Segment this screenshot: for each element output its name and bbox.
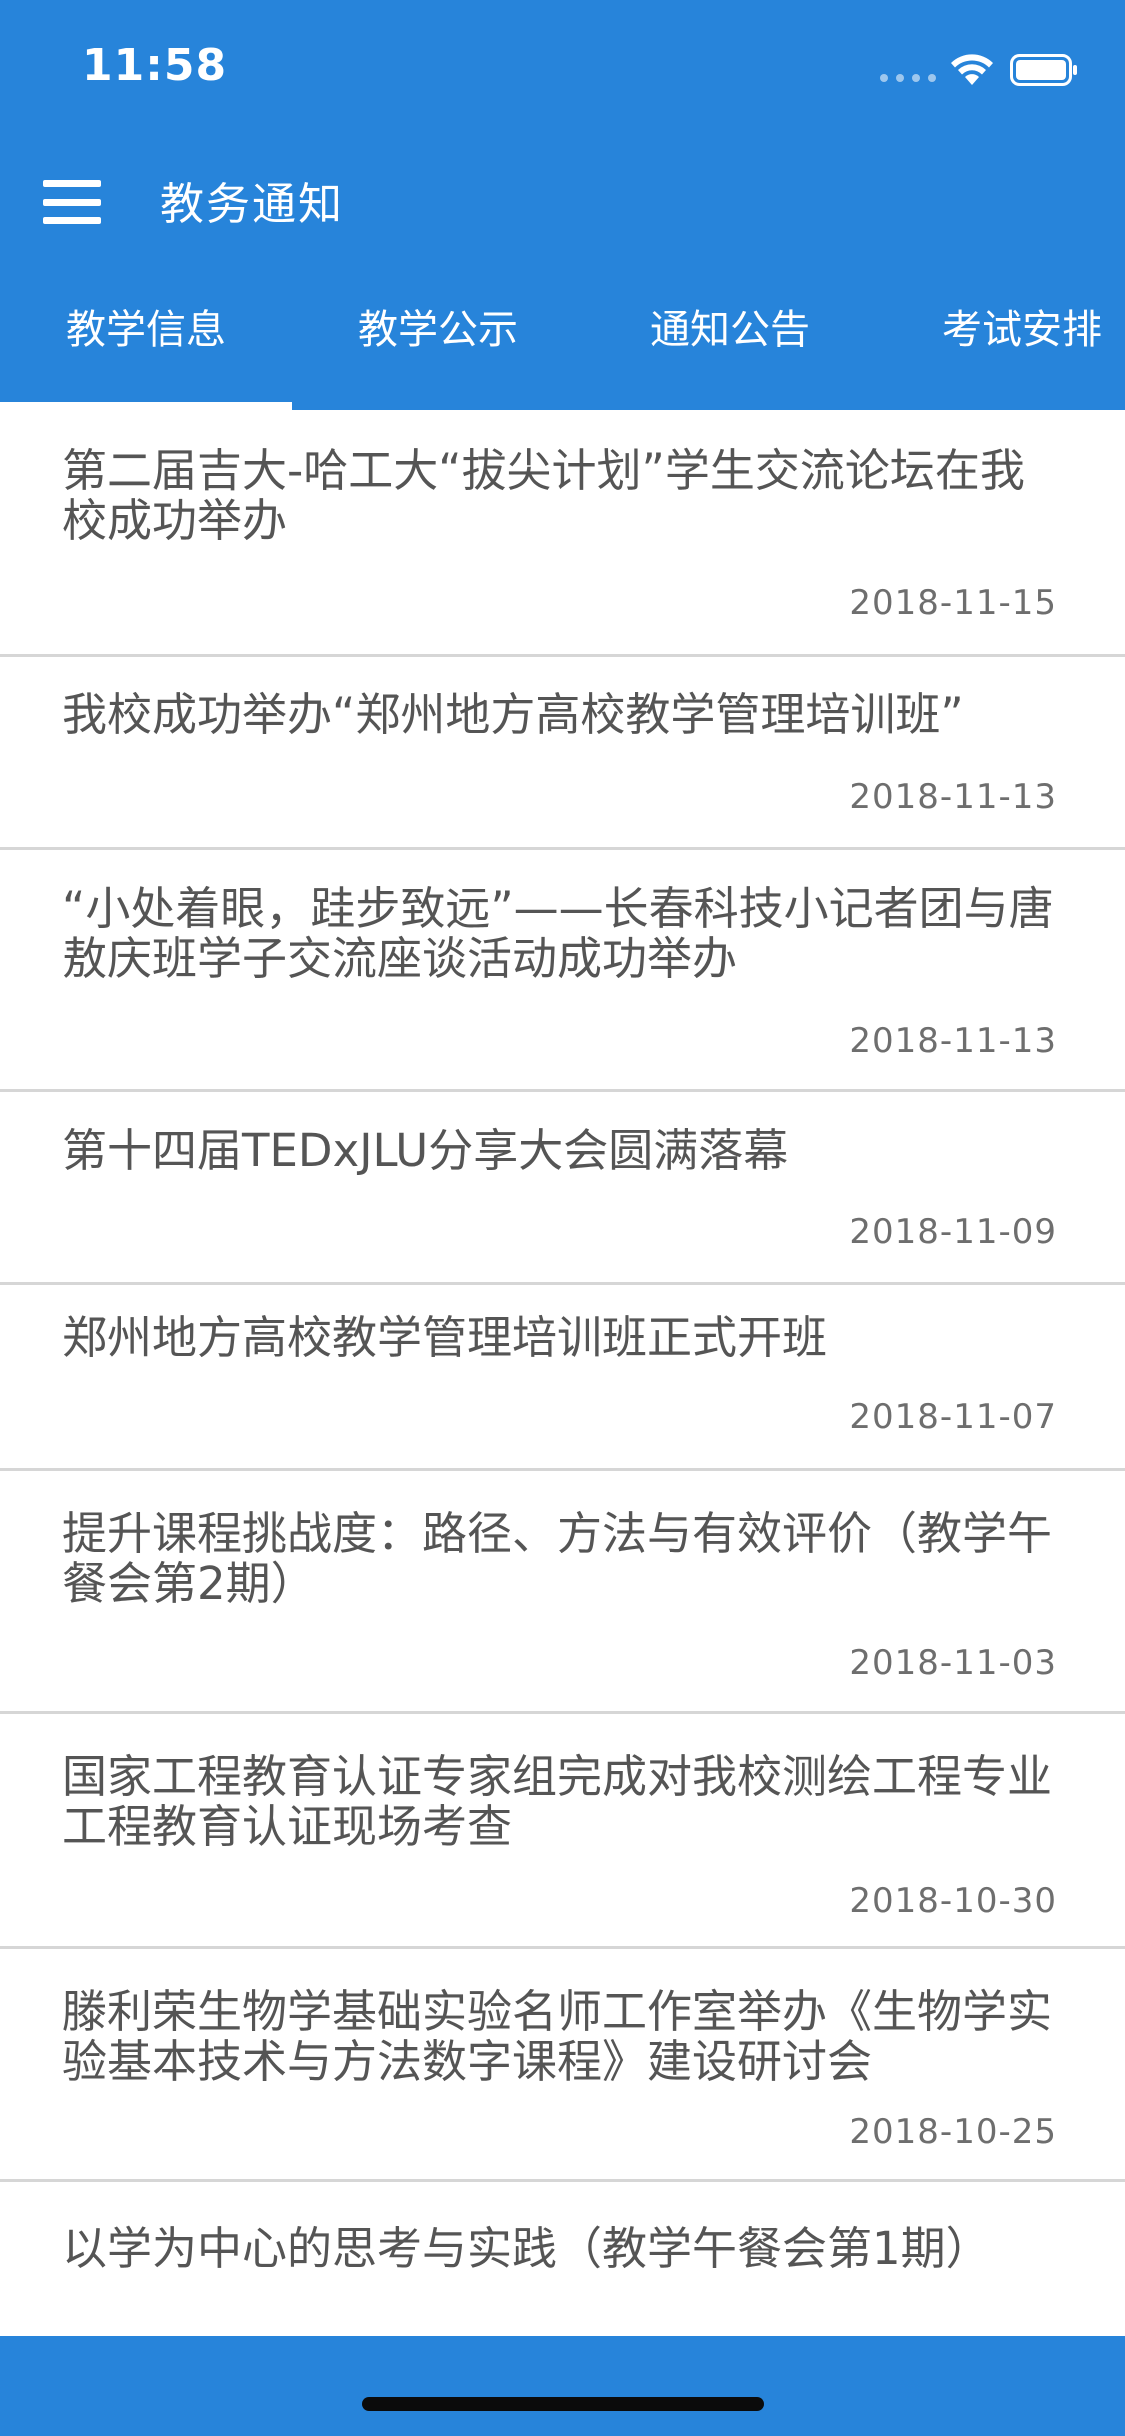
tab-exam-schedule[interactable]: 考试安排 bbox=[876, 262, 1125, 410]
news-title: 提升课程挑战度：路径、方法与有效评价（教学午餐会第2期） bbox=[62, 1507, 1053, 1610]
news-date: 2018-11-09 bbox=[849, 1212, 1057, 1252]
list-item[interactable]: 滕利荣生物学基础实验名师工作室举办《生物学实验基本技术与方法数字课程》建设研讨会… bbox=[0, 1949, 1125, 2182]
tab-bar: 教学信息 教学公示 通知公告 考试安排 bbox=[0, 262, 1125, 410]
news-title: 第十四届TEDxJLU分享大会圆满落幕 bbox=[62, 1124, 789, 1177]
news-title: 国家工程教育认证专家组完成对我校测绘工程专业工程教育认证现场考查 bbox=[62, 1750, 1053, 1853]
list-item[interactable]: 我校成功举办“郑州地方高校教学管理培训班” 2018-11-13 bbox=[0, 657, 1125, 850]
tab-label: 教学信息 bbox=[66, 307, 226, 353]
tab-label: 通知公告 bbox=[650, 307, 810, 353]
tab-teaching-publicity[interactable]: 教学公示 bbox=[292, 262, 584, 410]
tab-notices[interactable]: 通知公告 bbox=[584, 262, 876, 410]
app-title: 教务通知 bbox=[160, 179, 344, 230]
tab-label: 教学公示 bbox=[358, 307, 518, 353]
news-list[interactable]: 第二届吉大-哈工大“拔尖计划”学生交流论坛在我校成功举办 2018-11-15 … bbox=[0, 410, 1125, 2336]
list-item[interactable]: 国家工程教育认证专家组完成对我校测绘工程专业工程教育认证现场考查 2018-10… bbox=[0, 1714, 1125, 1949]
list-item[interactable]: 以学为中心的思考与实践（教学午餐会第1期） bbox=[0, 2182, 1125, 2336]
wifi-icon bbox=[951, 54, 993, 85]
list-item[interactable]: “小处着眼，跬步致远”——长春科技小记者团与唐敖庆班学子交流座谈活动成功举办 2… bbox=[0, 850, 1125, 1092]
tab-teaching-info[interactable]: 教学信息 bbox=[0, 262, 292, 410]
list-item[interactable]: 提升课程挑战度：路径、方法与有效评价（教学午餐会第2期） 2018-11-03 bbox=[0, 1471, 1125, 1714]
bottom-bar bbox=[0, 2336, 1125, 2436]
news-date: 2018-11-13 bbox=[849, 1021, 1057, 1061]
menu-button[interactable] bbox=[30, 160, 114, 244]
news-date: 2018-11-15 bbox=[849, 583, 1057, 623]
news-title: “小处着眼，跬步致远”——长春科技小记者团与唐敖庆班学子交流座谈活动成功举办 bbox=[62, 882, 1054, 985]
battery-icon bbox=[1010, 54, 1077, 86]
news-date: 2018-10-25 bbox=[849, 2112, 1057, 2152]
app-screen: 11:58 教务通知 教学信息 教学公示 通知公告 考试安排 第二届吉大-哈工大… bbox=[0, 0, 1125, 2436]
status-bar: 11:58 bbox=[0, 0, 1125, 132]
news-date: 2018-11-13 bbox=[849, 777, 1057, 817]
news-title: 我校成功举办“郑州地方高校教学管理培训班” bbox=[62, 688, 964, 741]
header: 11:58 教务通知 教学信息 教学公示 通知公告 考试安排 bbox=[0, 0, 1125, 410]
news-date: 2018-10-30 bbox=[849, 1881, 1057, 1921]
tab-label: 考试安排 bbox=[942, 307, 1102, 353]
news-title: 第二届吉大-哈工大“拔尖计划”学生交流论坛在我校成功举办 bbox=[62, 444, 1025, 547]
app-bar: 教务通知 bbox=[0, 132, 1125, 262]
news-date: 2018-11-07 bbox=[849, 1397, 1057, 1437]
news-title: 郑州地方高校教学管理培训班正式开班 bbox=[62, 1311, 828, 1364]
list-item[interactable]: 第二届吉大-哈工大“拔尖计划”学生交流论坛在我校成功举办 2018-11-15 bbox=[0, 410, 1125, 657]
home-indicator[interactable] bbox=[362, 2397, 764, 2411]
list-item[interactable]: 第十四届TEDxJLU分享大会圆满落幕 2018-11-09 bbox=[0, 1092, 1125, 1285]
news-date: 2018-11-03 bbox=[849, 1643, 1057, 1683]
list-item[interactable]: 郑州地方高校教学管理培训班正式开班 2018-11-07 bbox=[0, 1285, 1125, 1471]
cellular-signal-icon bbox=[880, 74, 936, 82]
status-time: 11:58 bbox=[82, 40, 228, 91]
hamburger-menu-icon bbox=[43, 180, 101, 224]
news-title: 滕利荣生物学基础实验名师工作室举办《生物学实验基本技术与方法数字课程》建设研讨会 bbox=[62, 1985, 1053, 2088]
selected-tab-indicator bbox=[0, 402, 292, 410]
news-title: 以学为中心的思考与实践（教学午餐会第1期） bbox=[62, 2222, 991, 2275]
